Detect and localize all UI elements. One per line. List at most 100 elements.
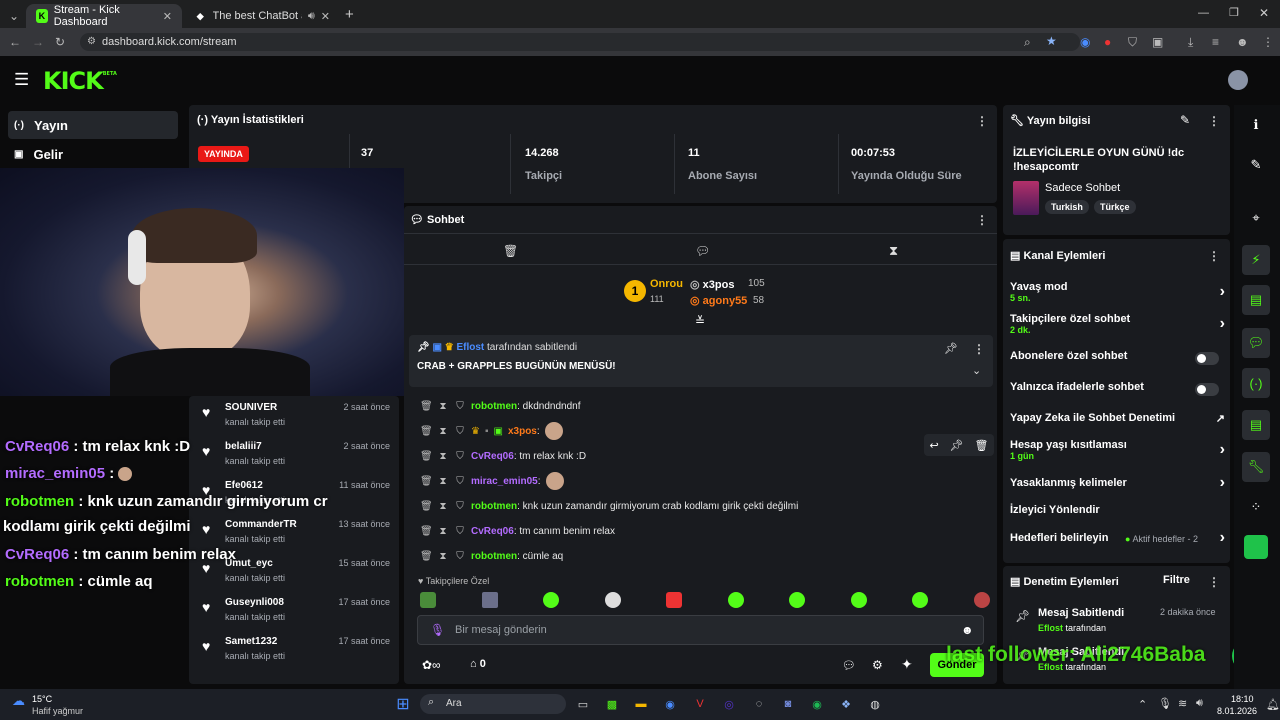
- apps-icon[interactable]: ⁘: [1238, 492, 1274, 522]
- trash-icon[interactable]: 🗑︎: [420, 451, 433, 462]
- chat-bubble-icon[interactable]: 💬︎: [1242, 328, 1270, 358]
- category-name[interactable]: Sadece Sohbet: [1045, 182, 1120, 194]
- wifi-icon[interactable]: ≋: [1178, 697, 1187, 710]
- chat-message[interactable]: 🗑︎ ⧗ ⛉ robotmen: dkdndndndnf: [420, 396, 581, 416]
- wrench-icon[interactable]: 🔧︎: [1242, 452, 1270, 482]
- forward-icon[interactable]: →: [32, 35, 44, 49]
- mod-log-entry[interactable]: Mesaj Sabitlendi: [1038, 607, 1124, 619]
- emote-icon[interactable]: [666, 592, 683, 608]
- tab-chatbot[interactable]: ◆ The best ChatBot and Widg 🔊︎ ✕: [184, 4, 340, 28]
- list-item[interactable]: ♥ Samet1232 kanalı takip etti 17 saat önce: [200, 636, 396, 674]
- subs-only-setting[interactable]: Abonelere özel sohbet: [1010, 350, 1225, 368]
- edit-icon[interactable]: ✎: [1180, 113, 1190, 127]
- volume-icon[interactable]: 🔊︎: [1196, 697, 1203, 710]
- chat-message[interactable]: 🗑︎ ⧗ ⛉ CvReq06: tm relax knk :D: [420, 446, 990, 466]
- emote-icon[interactable]: [912, 592, 929, 608]
- emote-icon[interactable]: [604, 592, 621, 608]
- raid-setting[interactable]: İzleyici Yönlendir: [1010, 504, 1225, 522]
- unpin-icon[interactable]: 📌︎: [944, 342, 958, 355]
- ban-icon[interactable]: ⛉: [454, 476, 466, 487]
- tag-badge[interactable]: Türkçe: [1094, 200, 1136, 214]
- trash-icon[interactable]: 🗑︎: [975, 439, 989, 452]
- chat-message[interactable]: 🗑︎ ⧗ ⛉ CvReq06: tm canım benim relax: [420, 521, 615, 541]
- weather-icon[interactable]: ☁: [12, 693, 25, 709]
- tag-badge[interactable]: Turkish: [1045, 200, 1089, 214]
- account-age-setting[interactable]: Hesap yaşı kısıtlaması 1 gün ›: [1010, 439, 1225, 467]
- emote-icon[interactable]: [543, 592, 560, 608]
- emoji-icon[interactable]: ☻: [961, 623, 974, 637]
- hourglass-icon[interactable]: ⧗: [437, 551, 449, 562]
- shield-icon[interactable]: ⛉: [1128, 35, 1137, 50]
- subs-only-toggle[interactable]: [1195, 352, 1219, 365]
- emote-only-setting[interactable]: Yalnızca ifadelerle sohbet: [1010, 381, 1225, 399]
- tab-list-button[interactable]: ⌄: [4, 4, 24, 28]
- hourglass-icon[interactable]: ⧗: [437, 451, 449, 462]
- media-icon[interactable]: [1238, 532, 1274, 562]
- url-field[interactable]: dashboard.kick.com/stream: [80, 33, 1080, 51]
- close-tab-icon[interactable]: ✕: [321, 10, 330, 23]
- maximize-button[interactable]: ❐: [1229, 6, 1239, 19]
- collapse-icon[interactable]: ≚: [695, 314, 705, 328]
- folder-icon[interactable]: ▬: [631, 694, 651, 714]
- ai-moderation-setting[interactable]: Yapay Zeka ile Sohbet Denetimi ↗: [1010, 412, 1225, 430]
- trash-icon[interactable]: 🗑︎: [503, 244, 518, 258]
- list-item[interactable]: ♥ Guseynli008 kanalı takip etti 17 saat önc…: [200, 597, 396, 635]
- emote-only-toggle[interactable]: [1195, 383, 1219, 396]
- chevron-down-icon[interactable]: ⌄: [972, 364, 981, 377]
- valorant-icon[interactable]: V: [690, 694, 710, 714]
- notification-icon[interactable]: 🔔︎: [1266, 698, 1280, 711]
- info-icon[interactable]: ℹ: [1238, 110, 1274, 140]
- start-button[interactable]: ⊞: [393, 694, 413, 714]
- edit-icon[interactable]: ✎: [1238, 150, 1274, 180]
- clock-time[interactable]: 18:10: [1231, 694, 1254, 704]
- site-info-icon[interactable]: ⚙: [87, 36, 96, 47]
- user-avatar[interactable]: [1228, 70, 1248, 90]
- list-item[interactable]: ♥ Umut_eyc kanalı takip etti 15 saat önce: [200, 558, 396, 596]
- stats-menu-icon[interactable]: ⋮: [976, 114, 988, 128]
- lightning-icon[interactable]: ⚡︎: [1242, 245, 1270, 275]
- close-tab-icon[interactable]: ✕: [163, 10, 172, 23]
- ban-icon[interactable]: ⛉: [454, 451, 466, 462]
- moderation-menu-icon[interactable]: ⋮: [1208, 575, 1220, 589]
- ban-icon[interactable]: ⛉: [454, 501, 466, 512]
- trash-icon[interactable]: 🗑︎: [420, 426, 433, 437]
- emote-icon[interactable]: [420, 592, 436, 608]
- slow-mode-setting[interactable]: Yavaş mod 5 sn. ›: [1010, 281, 1225, 309]
- reload-icon[interactable]: ↻: [55, 35, 65, 49]
- chat-message[interactable]: 🗑︎ ⧗ ⛉ robotmen: knk uzun zamandır girmiyor…: [420, 496, 798, 516]
- hourglass-icon[interactable]: ⧗: [437, 426, 449, 437]
- chat-bubble-icon[interactable]: 💬︎: [695, 244, 710, 258]
- document-icon[interactable]: ▤: [1242, 285, 1270, 315]
- ban-icon[interactable]: ⛉: [454, 426, 466, 437]
- pinned-menu-icon[interactable]: ⋮: [973, 342, 985, 356]
- emote-icon[interactable]: [789, 592, 806, 608]
- emote-icon[interactable]: [973, 592, 990, 608]
- record-extension-icon[interactable]: ●: [1104, 35, 1111, 49]
- channel-actions-menu-icon[interactable]: ⋮: [1208, 249, 1220, 263]
- banned-words-setting[interactable]: Yasaklanmış kelimeler ›: [1010, 474, 1225, 495]
- points-display[interactable]: ⌂ 0: [470, 658, 486, 670]
- steam-icon[interactable]: ◉: [660, 694, 680, 714]
- zoom-icon[interactable]: ⌕: [1024, 35, 1031, 50]
- back-icon[interactable]: ←: [9, 35, 21, 49]
- trash-icon[interactable]: 🗑︎: [420, 501, 433, 512]
- hamburger-menu-icon[interactable]: ☰: [14, 70, 29, 90]
- app-icon[interactable]: ◌: [749, 694, 769, 714]
- list-item[interactable]: ♥ SOUNIVER kanalı takip etti 2 saat önce: [200, 402, 396, 440]
- target-icon[interactable]: ⌖: [1238, 203, 1274, 233]
- spotify-icon[interactable]: ◉: [807, 694, 827, 714]
- clock-date[interactable]: 8.01.2026: [1217, 706, 1257, 716]
- chrome-icon[interactable]: ◎: [719, 694, 739, 714]
- chat-menu-icon[interactable]: ⋮: [976, 213, 988, 227]
- obs-icon[interactable]: ◍: [865, 694, 885, 714]
- stream-info-menu-icon[interactable]: ⋮: [1208, 114, 1220, 128]
- list-item[interactable]: ♥ belaliii7 kanalı takip etti 2 saat önce: [200, 441, 396, 479]
- hourglass-icon[interactable]: ⧗: [437, 476, 449, 487]
- gear-icon[interactable]: ⚙: [872, 658, 883, 672]
- app-icon[interactable]: ❖: [836, 694, 856, 714]
- extension-icon[interactable]: ◉: [1080, 35, 1090, 49]
- tab-kick-dashboard[interactable]: K Stream - Kick Dashboard ✕: [26, 4, 182, 28]
- followers-only-setting[interactable]: Takipçilere özel sohbet 2 dk. ›: [1010, 313, 1225, 341]
- hourglass-icon[interactable]: ⧗: [437, 401, 449, 412]
- moderation-icon[interactable]: ▤: [1242, 410, 1270, 440]
